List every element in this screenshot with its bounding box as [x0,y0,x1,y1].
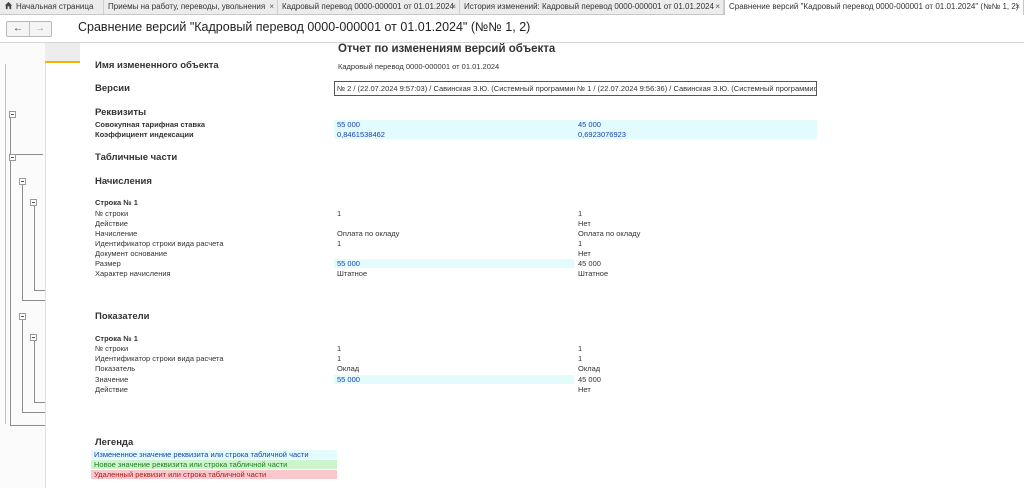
accrual-old: 1 [578,209,583,218]
accrual-old: Оплата по окладу [578,229,641,238]
accrual-label: Характер начисления [95,269,171,278]
close-icon[interactable]: × [1015,0,1020,14]
accrual-old: Нет [578,219,591,228]
collapse-accruals-icon[interactable] [19,178,26,185]
tab-home[interactable]: Начальная страница [0,0,104,14]
object-value: Кадровый перевод 0000-000001 от 01.01.20… [338,62,500,71]
tab-hiring[interactable]: Приемы на работу, переводы, увольнения × [104,0,278,14]
forward-arrow-icon[interactable]: → [30,22,50,36]
tree-line [22,300,45,301]
indicator-row-title: Строка № 1 [95,334,138,343]
version-new: № 2 / (22.07.2024 9:57:03) / Савинская З… [334,81,576,96]
indicator-new: 1 [337,344,342,353]
attr-new-value: 55 000 [337,120,360,129]
report-header-cell [45,43,80,63]
legend-changed: Измененное значение реквизита или строка… [91,450,337,459]
accrual-old: Нет [578,249,591,258]
tab-history[interactable]: История изменений: Кадровый перевод 0000… [460,0,724,14]
back-arrow-icon[interactable]: ← [8,22,28,36]
report-title: Отчет по изменениям версий объекта [338,43,556,55]
window-title: Сравнение версий "Кадровый перевод 0000-… [78,20,531,34]
tab-label: Начальная страница [16,2,94,11]
accrual-label: Начисление [95,229,138,238]
close-icon[interactable]: × [715,0,720,14]
collapse-indicator-row-icon[interactable] [30,334,37,341]
legend-deleted: Удаленный реквизит или строка табличной … [91,470,337,479]
indicator-new: Оклад [337,364,360,373]
changed-row-highlight [334,375,574,384]
accrual-row-title: Строка № 1 [95,198,138,207]
accrual-label: № строки [95,209,129,218]
indicator-label: Действие [95,385,128,394]
attr-label: Совокупная тарифная ставка [95,120,206,129]
accrual-label: Идентификатор строки вида расчета [95,239,224,248]
indicator-new: 55 000 [337,375,360,384]
indicator-label: Идентификатор строки вида расчета [95,354,224,363]
attr-label: Коэффициент индексации [95,130,194,139]
accrual-old: Штатное [578,269,609,278]
tree-line [10,118,11,154]
accrual-label: Размер [95,259,121,268]
indicator-label: Значение [95,375,129,384]
attr-old-value: 0,6923076923 [578,130,626,139]
accrual-new: Оплата по окладу [337,229,400,238]
accrual-new: 1 [337,239,342,248]
changed-row-highlight [334,120,817,139]
indicators-title: Показатели [95,311,150,322]
tree-line [10,160,11,425]
nav-buttons: ← → [6,21,52,37]
accruals-title: Начисления [95,176,152,187]
attributes-label: Реквизиты [95,107,147,118]
collapse-tables-icon[interactable] [9,154,16,161]
tree-line [22,320,23,412]
tab-label: Сравнение версий "Кадровый перевод 0000-… [729,2,1019,11]
tree-line [22,412,45,413]
accrual-old: 1 [578,239,583,248]
indicator-new: 1 [337,354,342,363]
indicator-old: Нет [578,385,591,394]
tab-document[interactable]: Кадровый перевод 0000-000001 от 01.01.20… [278,0,460,14]
tree-line [34,206,35,290]
tab-bar: Начальная страница Приемы на работу, пер… [0,0,1024,15]
versions-label: Версии [95,83,130,94]
indicator-old: Оклад [578,364,601,373]
tab-label: Кадровый перевод 0000-000001 от 01.01.20… [282,2,454,11]
accrual-new: Штатное [337,269,368,278]
tree-line [5,64,6,424]
tab-label: История изменений: Кадровый перевод 0000… [464,2,714,11]
tree-line [34,340,35,402]
tree-line [10,425,45,426]
accrual-new: 1 [337,209,342,218]
accrual-old: 45 000 [578,259,601,268]
object-label: Имя измененного объекта [95,60,219,71]
close-icon[interactable]: × [451,0,456,14]
indicator-label: № строки [95,344,129,353]
indicator-label: Показатель [95,364,136,373]
tree-line [22,185,23,300]
tables-label: Табличные части [95,152,178,163]
attr-old-value: 45 000 [578,120,601,129]
changed-row-highlight [334,259,574,268]
collapse-attributes-icon[interactable] [9,111,16,118]
accrual-label: Документ основание [95,249,168,258]
collapse-accrual-row-icon[interactable] [30,199,37,206]
collapse-indicators-icon[interactable] [19,313,26,320]
legend-title: Легенда [95,437,134,448]
close-icon[interactable]: × [269,0,274,14]
grouping-panel [0,43,46,488]
tree-line [34,402,45,403]
tab-comparison[interactable]: Сравнение версий "Кадровый перевод 0000-… [724,0,1024,15]
attr-new-value: 0,8461538462 [337,130,385,139]
tree-line [34,290,45,291]
version-old: № 1 / (22.07.2024 9:56:36) / Савинская З… [575,81,817,96]
indicator-old: 1 [578,354,583,363]
indicator-old: 45 000 [578,375,601,384]
legend-new: Новое значение реквизита или строка табл… [91,460,337,469]
accrual-label: Действие [95,219,128,228]
accrual-new: 55 000 [337,259,360,268]
home-icon [4,1,13,10]
tab-label: Приемы на работу, переводы, увольнения [108,2,266,11]
indicator-old: 1 [578,344,583,353]
